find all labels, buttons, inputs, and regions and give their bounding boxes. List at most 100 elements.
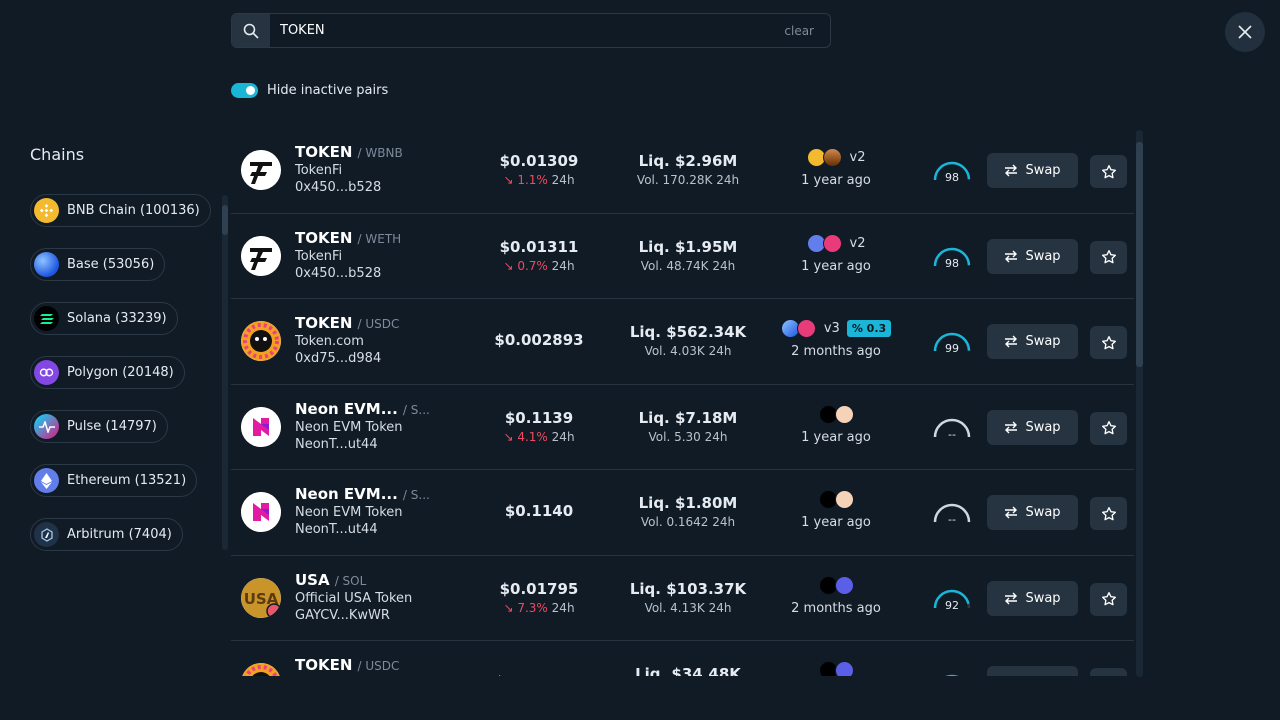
change-period: 24h (551, 258, 575, 273)
volume-period: 24h (716, 173, 740, 187)
chain-list-scrollbar[interactable] (222, 195, 228, 550)
search-icon[interactable] (232, 14, 270, 47)
dex-icon (834, 661, 854, 676)
chain-filter-polygon[interactable]: Polygon (20148) (30, 356, 185, 389)
token-name: Token.com (295, 334, 364, 349)
token-logo (241, 321, 281, 361)
swap-button[interactable]: Swap (987, 153, 1078, 188)
trend-down-icon: ↘ (503, 173, 514, 187)
volume-period: 24h (712, 258, 736, 273)
favorite-button[interactable] (1090, 582, 1127, 616)
solana-icon (34, 306, 59, 331)
chain-label: Ethereum (13521) (67, 473, 187, 488)
search-input[interactable] (270, 23, 785, 38)
pair-row[interactable]: TOKEN / WETH TokenFi 0x450...b528 $0.013… (231, 214, 1134, 299)
pair-age: 1 year ago (801, 515, 871, 530)
swap-button[interactable]: Swap (987, 495, 1078, 530)
chain-filter-ethereum[interactable]: Ethereum (13521) (30, 464, 198, 497)
dex-icon (834, 404, 854, 424)
chain-filter-solana[interactable]: Solana (33239) (30, 302, 178, 335)
token-symbol: Neon EVM... (295, 485, 398, 503)
token-address[interactable]: GAYCV...KwWR (295, 608, 455, 623)
liquidity: Liq. $1.95M (638, 237, 738, 256)
volume-period: 24h (708, 344, 732, 358)
dex-info (771, 404, 901, 424)
pair-row[interactable]: Neon EVM... / S... Neon EVM Token NeonT.… (231, 385, 1134, 470)
trust-score-gauge: -- (931, 415, 973, 441)
pair-list-scrollbar[interactable] (1136, 130, 1143, 677)
chain-filter-arbitrum[interactable]: Arbitrum (7404) (30, 518, 183, 551)
price-change: ↘ 7.3% 24h (479, 601, 599, 615)
favorite-button[interactable] (1090, 497, 1127, 530)
token-symbol: TOKEN (295, 656, 353, 674)
volume: Vol. 0.1642 24h (619, 515, 757, 529)
price-change: ↘ 1.1% 24h (479, 173, 599, 187)
price-change: ↘ 4.1% 24h (479, 430, 599, 444)
favorite-button[interactable] (1090, 240, 1127, 274)
chain-label: Base (53056) (67, 257, 155, 272)
swap-label: Swap (1025, 505, 1061, 520)
favorite-button[interactable] (1090, 326, 1127, 359)
token-name: Neon EVM Token (295, 419, 403, 435)
swap-button[interactable]: Swap (987, 580, 1078, 616)
pair-row[interactable]: Neon EVM... / S... Neon EVM Token NeonT.… (231, 470, 1134, 556)
token-address[interactable]: 0x450...b528 (295, 266, 455, 281)
pair-row[interactable]: TOKEN / USDC Token.com 0xd75...d984 $0.0… (231, 299, 1134, 385)
dex-info: v2 (771, 148, 901, 167)
volume-value: Vol. 0.1642 (640, 515, 709, 529)
trust-score-gauge: -- (931, 500, 973, 526)
volume-period: 24h (712, 515, 736, 529)
swap-label: Swap (1025, 419, 1061, 435)
chain-label: BNB Chain (100136) (67, 203, 200, 218)
swap-arrows-icon (1005, 506, 1018, 519)
favorite-button[interactable] (1090, 668, 1127, 676)
token-address[interactable]: NeonT...ut44 (295, 522, 455, 537)
volume: Vol. 170.28K 24h (619, 173, 757, 187)
star-icon (1101, 250, 1116, 264)
liquidity: Liq. $2.96M (638, 152, 738, 170)
swap-button[interactable]: Swap (987, 409, 1078, 445)
dex-version: v2 (849, 235, 866, 251)
token-address[interactable]: 0x450...b528 (295, 180, 455, 195)
chains-title: Chains (30, 145, 85, 164)
token-logo (241, 150, 281, 190)
close-button[interactable] (1225, 12, 1265, 52)
search-bar: clear (231, 13, 831, 48)
hide-inactive-toggle[interactable] (231, 83, 258, 98)
token-address[interactable]: NeonT...ut44 (295, 437, 455, 452)
swap-label: Swap (1025, 590, 1061, 606)
dex-info (771, 661, 901, 676)
pair-row[interactable]: TOKEN / WBNB TokenFi 0x450...b528 $0.013… (231, 128, 1134, 214)
swap-button[interactable]: Swap (987, 238, 1078, 274)
token-logo (241, 492, 281, 532)
clear-search-button[interactable]: clear (784, 24, 830, 38)
hide-inactive-label: Hide inactive pairs (267, 83, 389, 98)
dex-version: v2 (849, 150, 866, 165)
chain-filter-pulse[interactable]: Pulse (14797) (30, 410, 168, 443)
token-logo (241, 235, 281, 276)
dex-info (771, 575, 901, 595)
pair-row[interactable]: USA USA / SOL Official USA Token GAYCV..… (231, 556, 1134, 641)
quote-symbol: / S... (402, 402, 430, 417)
trust-score-gauge: 99 (931, 329, 973, 355)
trust-score: 99 (945, 342, 959, 355)
chain-filter-bnb[interactable]: BNB Chain (100136) (30, 194, 211, 227)
token-address[interactable]: 0xd75...d984 (295, 351, 455, 366)
trust-score: -- (948, 513, 956, 526)
chain-filter-base[interactable]: Base (53056) (30, 248, 166, 281)
favorite-button[interactable] (1090, 411, 1127, 445)
swap-button[interactable]: Swap (987, 666, 1078, 676)
liquidity: Liq. $103.37K (629, 579, 747, 598)
swap-button[interactable]: Swap (987, 324, 1078, 359)
quote-symbol: / SOL (334, 573, 367, 588)
token-price: $0.01309 (499, 152, 579, 170)
star-icon (1101, 506, 1116, 520)
volume-value: Vol. 4.03K (644, 344, 705, 358)
token-symbol: USA (295, 570, 330, 589)
volume: Vol. 4.03K 24h (619, 344, 757, 358)
pair-row[interactable]: TOKEN / USDC $0.002876 Liq. $34.48K Swap (231, 641, 1134, 676)
bnb-icon (34, 198, 59, 223)
close-icon (1238, 25, 1252, 39)
swap-arrows-icon (1005, 335, 1018, 348)
favorite-button[interactable] (1090, 155, 1127, 188)
